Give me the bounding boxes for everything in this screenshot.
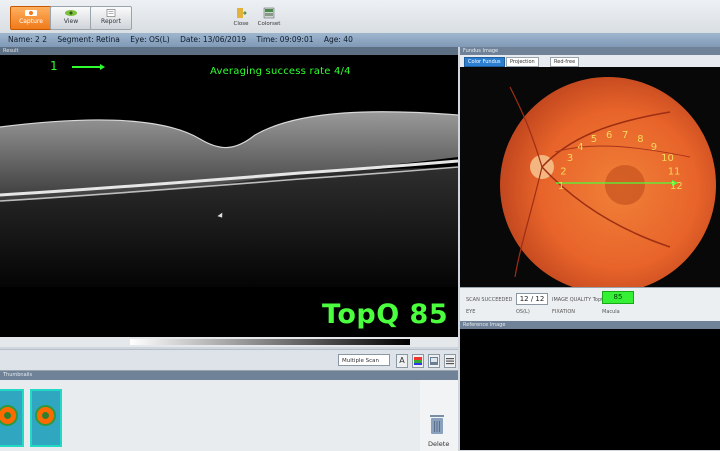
scan-number-6: 6 — [606, 130, 612, 141]
patient-info-bar: Name: 2 2 Segment: Retina Eye: OS(L) Dat… — [0, 33, 720, 47]
thumbnail-panel: Thumbnails Delete — [0, 370, 458, 451]
eye-icon — [65, 10, 77, 16]
view-label: View — [63, 18, 79, 25]
patient-name: Name: 2 2 — [8, 35, 47, 44]
thumbnail-caption: Thumbnails — [0, 371, 458, 380]
scan-number-2: 2 — [560, 167, 566, 178]
thickness-map-center — [42, 412, 49, 419]
scan-succeeded-value: 12 / 12 — [516, 293, 548, 305]
topq-score: TopQ 85 — [322, 299, 449, 330]
grayscale-bar — [0, 337, 458, 347]
delete-label: Delete — [428, 440, 450, 448]
scan-thumbnail[interactable] — [30, 389, 62, 447]
fundus-tabs: Color Fundus Projection Red-free — [460, 55, 720, 67]
capture-label: Capture — [19, 18, 43, 25]
scan-succeeded-label: SCAN SUCCEEDED — [466, 297, 513, 303]
eye-label: EYE — [466, 309, 476, 315]
thumbnail-list — [0, 380, 420, 451]
scan-number-7: 7 — [622, 130, 628, 141]
oct-panel-caption: Result — [0, 47, 458, 55]
close-button[interactable]: Close — [228, 7, 254, 31]
colorset-label: Colorset — [257, 21, 281, 27]
scan-quality-panel: SCAN SUCCEEDED 12 / 12 IMAGE QUALITY Top… — [460, 287, 720, 322]
color-map-button[interactable] — [412, 354, 424, 368]
delete-trash-icon[interactable] — [428, 413, 446, 435]
color-map-icon — [414, 357, 422, 365]
scan-number-1: 1 — [558, 181, 564, 192]
fundus-image-panel: Fundus Image Color Fundus Projection Red… — [460, 47, 720, 319]
tab-color-fundus[interactable]: Color Fundus — [464, 57, 505, 67]
scan-number-3: 3 — [567, 153, 573, 164]
fundus-photo[interactable]: 12345 6 7 89101112 — [460, 67, 720, 297]
list-icon — [446, 358, 454, 365]
reference-image-panel: Reference Image — [460, 321, 720, 450]
scan-thumbnail[interactable] — [0, 389, 24, 447]
patient-segment: Segment: Retina — [57, 35, 120, 44]
tab-red-free[interactable]: Red-free — [550, 57, 580, 67]
grayscale-ramp — [130, 339, 410, 345]
scan-number-8: 8 — [637, 134, 643, 145]
toolbar: Capture View Report Close Colorset — [0, 0, 720, 34]
scan-number-5: 5 — [591, 134, 597, 145]
oct-scan-panel[interactable]: Result 1 Averaging success rate 4/4 TopQ… — [0, 47, 458, 347]
image-quality-label: IMAGE QUALITY TopQ — [552, 297, 606, 303]
scan-mode-select[interactable]: Multiple Scan — [338, 354, 390, 366]
scan-direction-arrow-icon — [72, 64, 105, 69]
scan-number-10: 10 — [661, 153, 674, 164]
report-label: Report — [101, 18, 121, 25]
colorset-button[interactable]: Colorset — [256, 7, 282, 31]
patient-time: Time: 09:09:01 — [256, 35, 314, 44]
reference-caption: Reference Image — [460, 321, 720, 329]
scan-number-12: 12 — [670, 181, 683, 192]
eye-value: OS(L) — [516, 309, 530, 315]
close-label: Close — [233, 21, 249, 27]
scan-number-4: 4 — [577, 142, 583, 153]
oct-tool-row: Multiple Scan A — [0, 349, 458, 370]
scan-number-11: 11 — [668, 167, 681, 178]
fundus-caption: Fundus Image — [460, 47, 720, 55]
patient-eye: Eye: OS(L) — [130, 35, 170, 44]
fixation-value: Macula — [602, 309, 620, 315]
report-button[interactable]: Report — [90, 6, 132, 30]
scan-index: 1 — [50, 59, 58, 73]
image-icon — [430, 357, 438, 365]
report-icon — [106, 9, 116, 17]
settings-list-button[interactable] — [444, 354, 456, 368]
patient-age: Age: 40 — [323, 35, 353, 44]
tab-projection[interactable]: Projection — [506, 57, 539, 67]
averaging-success-rate: Averaging success rate 4/4 — [210, 66, 351, 77]
patient-date: Date: 13/06/2019 — [180, 35, 247, 44]
macula — [605, 165, 645, 205]
capture-button[interactable]: Capture — [10, 6, 52, 30]
thickness-map-center — [4, 412, 11, 419]
scan-number-9: 9 — [651, 142, 657, 153]
fixation-label: FIXATION — [552, 309, 576, 315]
view-button[interactable]: View — [50, 6, 92, 30]
close-door-icon — [237, 8, 247, 18]
image-quality-value: 85 — [602, 291, 634, 304]
palette-icon — [263, 7, 275, 19]
oct-b-scan-image — [0, 111, 458, 287]
text-tool-button[interactable]: A — [396, 354, 408, 368]
image-view-button[interactable] — [428, 354, 440, 368]
camera-icon — [25, 10, 37, 16]
